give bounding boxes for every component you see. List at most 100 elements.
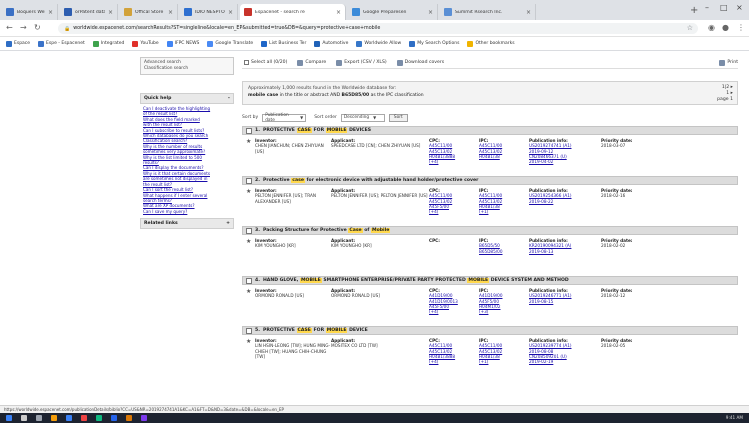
reload-icon[interactable]: ↻: [34, 23, 41, 32]
ipc-value[interactable]: B65D85/00: [479, 249, 529, 254]
quick-help-header[interactable]: Quick help –: [140, 93, 234, 104]
result-item: 4. HAND GLOVE, MOBILE SMARTPHONE ENTERPRI…: [242, 276, 738, 322]
result-checkbox[interactable]: [246, 277, 252, 284]
expand-icon[interactable]: +: [226, 221, 230, 226]
chevron-down-icon: ▼: [373, 115, 377, 120]
pager[interactable]: 1|2 ▸ 1 ▸ page 1: [717, 85, 733, 103]
browser-tab[interactable]: Boquers Web ×: [2, 4, 58, 20]
taskbar-app-icon[interactable]: [6, 415, 12, 421]
bookmark-item[interactable]: Espace: [6, 40, 30, 47]
favicon-icon: [444, 8, 452, 16]
related-links-header[interactable]: Related links +: [140, 218, 234, 230]
taskbar-app-icon[interactable]: [21, 415, 27, 421]
cpc-value[interactable]: (+4): [429, 209, 479, 214]
result-title[interactable]: Packing Structure for Protective Case of…: [263, 228, 391, 233]
sort-order-select[interactable]: Descending ▼: [340, 113, 385, 122]
publication-info-value[interactable]: 2019-04-02: [529, 159, 601, 164]
cpc-label: CPC:: [429, 238, 440, 243]
result-title[interactable]: PROTECTIVE CASE FOR MOBILE DEVICES: [263, 128, 371, 133]
ipc-value[interactable]: (+1): [479, 359, 529, 364]
result-checkbox[interactable]: [246, 177, 252, 184]
cpc-value[interactable]: (+4): [429, 359, 479, 364]
extension-icon[interactable]: ◉: [708, 23, 715, 32]
result-title[interactable]: Protective case for electronic device wi…: [263, 178, 478, 183]
bookmark-item[interactable]: List Business Ter: [261, 40, 306, 47]
browser-tab[interactable]: IDIO NESPTO ×: [180, 4, 238, 20]
cpc-value[interactable]: (+4): [429, 309, 479, 314]
result-title[interactable]: HAND GLOVE, MOBILE SMARTPHONE ENTERPRISE…: [263, 278, 569, 283]
browser-tab[interactable]: Summit Rsearch Inc. ×: [440, 4, 536, 20]
ipc-value[interactable]: (+1): [479, 209, 529, 214]
bookmark-item[interactable]: My Search Options: [409, 40, 459, 47]
taskbar-app-icon[interactable]: [36, 415, 42, 421]
close-icon[interactable]: ×: [428, 9, 433, 16]
close-icon[interactable]: ×: [108, 9, 113, 16]
print-button[interactable]: Print: [719, 59, 738, 66]
bookmark-flag-icon[interactable]: ★: [246, 238, 255, 268]
quick-help-link[interactable]: Can I save my query?: [143, 209, 231, 214]
ipc-value[interactable]: (+3): [479, 309, 529, 314]
close-icon[interactable]: ×: [48, 9, 53, 16]
close-icon[interactable]: ×: [526, 9, 531, 16]
bookmark-item[interactable]: Worldwide Allow: [356, 40, 401, 47]
classification-search-link[interactable]: Classification search: [144, 66, 230, 72]
address-bar[interactable]: 🔒 worldwide.espacenet.com/searchResults?…: [58, 23, 698, 34]
bookmark-item[interactable]: Automotive: [314, 40, 348, 47]
bookmark-item[interactable]: Other bookmarks: [467, 40, 515, 47]
maximize-icon[interactable]: □: [720, 3, 728, 12]
bookmark-flag-icon[interactable]: ★: [246, 188, 255, 218]
result-checkbox[interactable]: [246, 127, 252, 134]
export-button[interactable]: Export (CSV / XLS): [336, 59, 387, 66]
profile-icon[interactable]: ●: [722, 23, 729, 32]
publication-info-value[interactable]: 2019-08-22: [529, 199, 601, 204]
select-all-checkbox[interactable]: [244, 60, 249, 65]
close-icon[interactable]: ×: [336, 9, 341, 16]
taskbar-app-icon[interactable]: [111, 415, 117, 421]
new-tab-button[interactable]: +: [690, 5, 698, 16]
close-icon[interactable]: ×: [168, 9, 173, 16]
browser-tab[interactable]: Espacenet - search re ×: [240, 4, 346, 20]
taskbar-app-icon[interactable]: [126, 415, 132, 421]
results-info: Approximately 1,000 results found in the…: [242, 81, 738, 105]
taskbar-app-icon[interactable]: [96, 415, 102, 421]
bookmark-item[interactable]: YouTube: [132, 40, 159, 47]
compare-button[interactable]: Compare: [297, 59, 326, 66]
taskbar-app-icon[interactable]: [81, 415, 87, 421]
taskbar-app-icon[interactable]: [51, 415, 57, 421]
bookmark-flag-icon[interactable]: ★: [246, 338, 255, 368]
taskbar-app-icon[interactable]: [141, 415, 147, 421]
bookmark-flag-icon[interactable]: ★: [246, 138, 255, 168]
bookmark-item[interactable]: IFPC NEWS: [166, 40, 199, 47]
result-title[interactable]: PROTECTIVE CASE FOR MOBILE DEVICE: [263, 328, 368, 333]
back-icon[interactable]: ←: [6, 23, 13, 32]
sort-by-select[interactable]: Publication date ▼: [262, 113, 307, 123]
cpc-value[interactable]: (+4): [429, 159, 479, 164]
sort-button[interactable]: Sort: [388, 113, 408, 122]
bookmark-flag-icon[interactable]: ★: [246, 288, 255, 318]
select-all-button[interactable]: Select all (0/20): [244, 60, 287, 65]
publication-info-value[interactable]: 2019-02-19: [529, 359, 601, 364]
tray-clock[interactable]: 9:41 AM: [726, 415, 743, 420]
publication-info: Publication info: US2019254366 (A1) 2019-0…: [529, 188, 601, 218]
forward-icon[interactable]: →: [20, 23, 27, 32]
close-window-icon[interactable]: ×: [736, 3, 743, 12]
minimize-icon[interactable]: –: [705, 3, 709, 12]
bookmark-item[interactable]: Integrated: [92, 40, 124, 47]
browser-tab[interactable]: Google Preparesen ×: [348, 4, 438, 20]
bookmark-item[interactable]: Google Translate: [207, 40, 253, 47]
bookmark-star-icon[interactable]: ☆: [687, 24, 693, 32]
browser-tab[interactable]: Offical Store Search×: [120, 4, 178, 20]
publication-info-value[interactable]: 2019-08-15: [529, 299, 601, 304]
ipc-value[interactable]: H04B1/38: [479, 154, 529, 159]
collapse-icon[interactable]: –: [228, 96, 230, 101]
taskbar-app-icon[interactable]: [66, 415, 72, 421]
download-covers-button[interactable]: Download covers: [396, 59, 444, 66]
menu-icon[interactable]: ⋮: [737, 23, 745, 32]
result-checkbox[interactable]: [246, 227, 252, 234]
inventor: Inventor: CHEN JIANCHUN; CHEN ZHIYUAN [US…: [255, 138, 331, 168]
publication-info-value[interactable]: 2019-08-13: [529, 249, 601, 254]
browser-tab[interactable]: orPatent database - E×: [60, 4, 118, 20]
bookmark-item[interactable]: Espe - Espacenet: [38, 40, 85, 47]
close-icon[interactable]: ×: [228, 9, 233, 16]
result-checkbox[interactable]: [246, 327, 252, 334]
